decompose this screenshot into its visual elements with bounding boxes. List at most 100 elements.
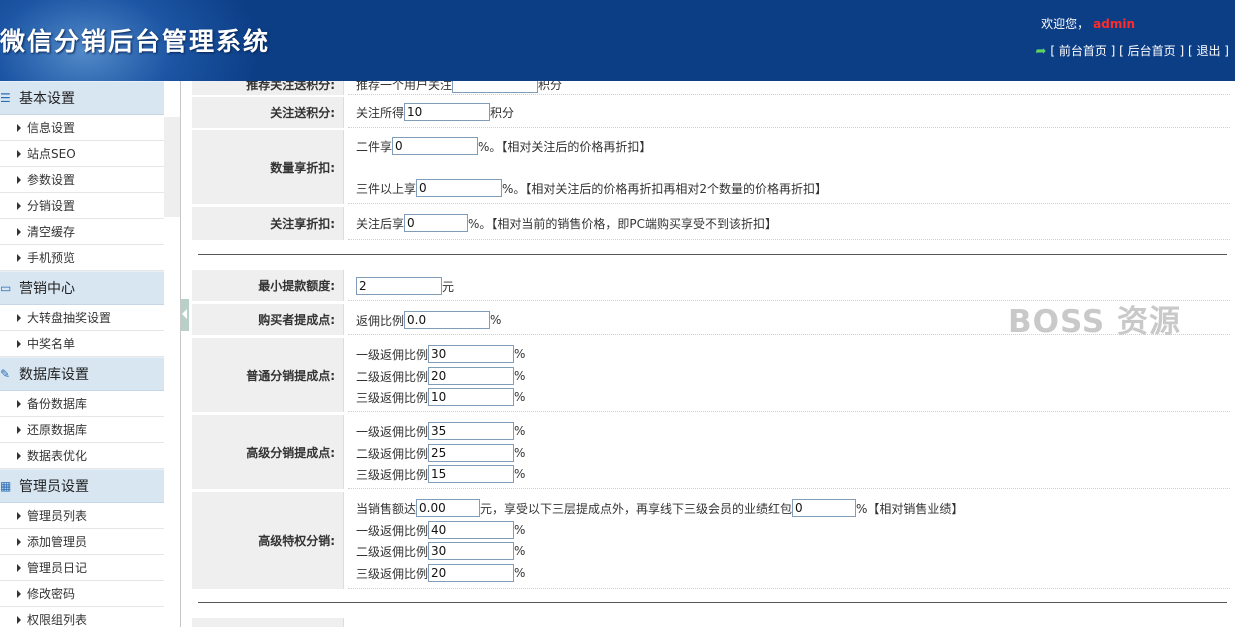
sidebar-group-title: 基本设置 — [19, 91, 75, 107]
caret-right-icon — [17, 564, 21, 572]
row-follow-points: 关注送积分: 关注所得 积分 — [192, 97, 1230, 128]
row-senior-commission: 高级分销提成点: 一级返佣比例% 二级返佣比例% 三级返佣比例% — [192, 415, 1230, 489]
caret-right-icon — [17, 340, 21, 348]
row-label: 高级分销提成点: — [192, 415, 344, 489]
header-links: ➦[ 前台首页 ] [ 后台首页 ] [ 退出 ] — [1035, 42, 1229, 59]
caret-right-icon — [17, 590, 21, 598]
caret-right-icon — [17, 254, 21, 262]
senior-level1-input[interactable] — [428, 422, 515, 440]
row-label: 普通分销提成点: — [192, 338, 344, 412]
caret-right-icon — [17, 400, 21, 408]
sidebar-item-seo[interactable]: 站点SEO — [0, 141, 164, 167]
caret-right-icon — [17, 426, 21, 434]
caret-right-icon — [17, 176, 21, 184]
sidebar-group-title: 数据库设置 — [19, 367, 89, 383]
three-items-discount-input[interactable] — [416, 179, 503, 197]
two-items-discount-input[interactable] — [392, 137, 479, 155]
privilege-sales-input[interactable] — [416, 499, 481, 517]
row-qty-discount: 数量享折扣: 二件享 %。【相对关注后的价格再折扣】 三件以上享 %。【相对关注… — [192, 130, 1230, 204]
share-arrow-icon: ➦ — [1035, 44, 1047, 59]
follow-discount-input[interactable] — [404, 214, 469, 232]
normal-level2-input[interactable] — [428, 367, 515, 385]
senior-level2-input[interactable] — [428, 444, 515, 462]
privilege-level3-input[interactable] — [428, 564, 515, 582]
sidebar-item-admin-log[interactable]: 管理员日记 — [0, 555, 164, 581]
row-label: 推荐关注送积分: — [192, 81, 344, 95]
settings-form: 推荐关注送积分: 推荐一个用户关注 积分 关注送积分: 关注所得 积分 数量享折… — [190, 81, 1235, 627]
caret-right-icon — [17, 452, 21, 460]
sidebar-scrollbar[interactable] — [164, 117, 180, 217]
commission-line: 一级返佣比例% — [356, 521, 525, 539]
row-label — [192, 618, 344, 627]
caret-right-icon — [17, 616, 21, 624]
frame-splitter[interactable] — [180, 81, 190, 627]
sidebar-item-info[interactable]: 信息设置 — [0, 115, 164, 141]
sidebar-item-permission-groups[interactable]: 权限组列表 — [0, 607, 164, 627]
sidebar-item-backup[interactable]: 备份数据库 — [0, 391, 164, 417]
recommend-points-input[interactable] — [452, 81, 539, 93]
chat-icon: ▭ — [0, 281, 12, 295]
caret-right-icon — [17, 228, 21, 236]
buyer-commission-input[interactable] — [404, 311, 491, 329]
section-divider — [198, 602, 1227, 603]
sidebar-item-add-admin[interactable]: 添加管理员 — [0, 529, 164, 555]
row-follow-discount: 关注享折扣: 关注后享 %。【相对当前的销售价格，即PC端购买享受不到该折扣】 — [192, 207, 1230, 240]
sidebar-item-winners[interactable]: 中奖名单 — [0, 331, 164, 357]
row-label: 关注享折扣: — [192, 207, 344, 240]
sidebar-group-database[interactable]: ✎ 数据库设置 — [0, 357, 164, 391]
sidebar-item-params[interactable]: 参数设置 — [0, 167, 164, 193]
row-normal-commission: 普通分销提成点: 一级返佣比例% 二级返佣比例% 三级返佣比例% — [192, 338, 1230, 412]
site-logo: 微信分销后台管理系统 — [0, 27, 271, 56]
caret-right-icon — [17, 538, 21, 546]
senior-level3-input[interactable] — [428, 465, 515, 483]
sidebar-group-title: 管理员设置 — [19, 479, 89, 495]
caret-right-icon — [17, 202, 21, 210]
arrow-left-icon — [182, 309, 187, 319]
sidebar-item-admin-list[interactable]: 管理员列表 — [0, 503, 164, 529]
collapse-sidebar-handle[interactable] — [181, 299, 189, 331]
section-divider — [198, 254, 1227, 255]
row-label: 最小提款额度: — [192, 270, 344, 301]
row-label: 高级特权分销: — [192, 492, 344, 589]
front-home-link[interactable]: [ 前台首页 ] — [1050, 44, 1115, 58]
back-home-link[interactable]: [ 后台首页 ] — [1119, 44, 1184, 58]
sidebar-group-marketing[interactable]: ▭ 营销中心 — [0, 271, 164, 305]
min-withdraw-input[interactable] — [356, 277, 442, 295]
commission-line: 三级返佣比例% — [356, 388, 525, 406]
commission-line: 二级返佣比例% — [356, 444, 525, 462]
caret-right-icon — [17, 314, 21, 322]
commission-line: 一级返佣比例% — [356, 422, 525, 440]
commission-line: 二级返佣比例% — [356, 367, 525, 385]
row-label: 数量享折扣: — [192, 130, 344, 204]
username: admin — [1093, 17, 1135, 31]
sidebar-group-basic[interactable]: ☰ 基本设置 — [0, 81, 164, 115]
commission-line: 二级返佣比例% — [356, 542, 525, 560]
sidebar-group-title: 营销中心 — [19, 281, 75, 297]
list-icon: ☰ — [0, 91, 11, 105]
sidebar-group-admin[interactable]: ▦ 管理员设置 — [0, 469, 164, 503]
follow-points-input[interactable] — [404, 103, 491, 121]
sidebar-item-mobile-preview[interactable]: 手机预览 — [0, 245, 164, 271]
sidebar-item-distribution[interactable]: 分销设置 — [0, 193, 164, 219]
caret-right-icon — [17, 150, 21, 158]
normal-level1-input[interactable] — [428, 345, 515, 363]
sidebar-item-clear-cache[interactable]: 清空缓存 — [0, 219, 164, 245]
watermark: BOSS 资源 — [1008, 304, 1182, 340]
sidebar: ☰ 基本设置 信息设置 站点SEO 参数设置 分销设置 清空缓存 手机预览 ▭ 营销… — [0, 81, 164, 627]
caret-right-icon — [17, 124, 21, 132]
commission-line: 一级返佣比例% — [356, 345, 525, 363]
row-privilege: 高级特权分销: 当销售额达元，享受以下三层提成点外，再享线下三级会员的业绩红包%… — [192, 492, 1230, 589]
sidebar-item-wheel[interactable]: 大转盘抽奖设置 — [0, 305, 164, 331]
sidebar-item-restore[interactable]: 还原数据库 — [0, 417, 164, 443]
commission-line: 三级返佣比例% — [356, 564, 525, 582]
sidebar-item-optimize[interactable]: 数据表优化 — [0, 443, 164, 469]
privilege-level1-input[interactable] — [428, 521, 515, 539]
normal-level3-input[interactable] — [428, 388, 515, 406]
sidebar-item-change-password[interactable]: 修改密码 — [0, 581, 164, 607]
header: 微信分销后台管理系统 欢迎您， admin ➦[ 前台首页 ] [ 后台首页 ] … — [0, 0, 1235, 81]
privilege-level2-input[interactable] — [428, 542, 515, 560]
calendar-icon: ▦ — [0, 479, 12, 493]
privilege-bonus-input[interactable] — [792, 499, 857, 517]
welcome-text: 欢迎您， admin — [1041, 15, 1135, 32]
logout-link[interactable]: [ 退出 ] — [1188, 44, 1229, 58]
